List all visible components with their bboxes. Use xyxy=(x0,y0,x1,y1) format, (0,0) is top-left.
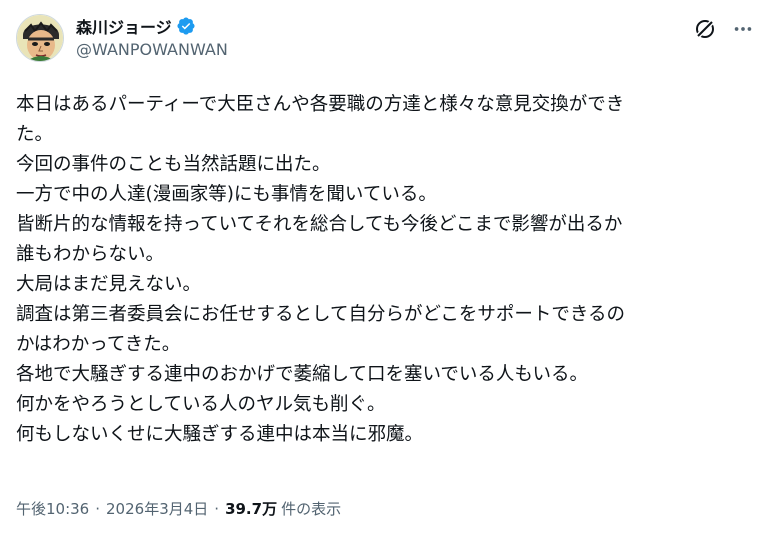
tweet-text-line: 皆断片的な情報を持っていてそれを総合しても今後どこまで影響が出るか xyxy=(16,214,623,235)
tweet-text-line: 誰もわからない。 xyxy=(16,244,165,265)
grok-icon[interactable] xyxy=(692,16,718,42)
tweet-text-line: 調査は第三者委員会にお任せするとして自分らがどこをサポートできるの xyxy=(16,304,626,325)
tweet-card: 森川ジョージ @WANPOWANWAN 本日はあるパーティーで大臣さんや各要職の… xyxy=(0,0,763,536)
tweet-meta: 午後10:36 · 2026年3月4日 · 39.7万 件の表示 xyxy=(16,498,341,519)
tweet-text-line: かはわかってきた。 xyxy=(16,334,181,355)
avatar[interactable] xyxy=(16,14,64,62)
post-date[interactable]: 2026年3月4日 xyxy=(106,498,208,519)
author-handle[interactable]: @WANPOWANWAN xyxy=(76,40,228,59)
more-options-icon[interactable] xyxy=(730,16,756,42)
tweet-text-line: 各地で大騒ぎする連中のおかげで萎縮して口を塞いでいる人もいる。 xyxy=(16,364,589,385)
views-label: 件の表示 xyxy=(281,500,342,518)
tweet-text-line: た。 xyxy=(16,124,54,145)
author-info: 森川ジョージ @WANPOWANWAN xyxy=(76,15,228,59)
post-time[interactable]: 午後10:36 xyxy=(16,498,89,519)
views-count: 39.7万 xyxy=(225,500,278,518)
tweet-text-line: 本日はあるパーティーで大臣さんや各要職の方達と様々な意見交換ができ xyxy=(16,94,625,115)
tweet-text-line: 何かをやろうとしている人のヤル気も削ぐ。 xyxy=(16,394,386,415)
meta-separator: · xyxy=(214,499,220,518)
avatar-portrait-icon xyxy=(17,15,63,61)
tweet-text-line: 何もしないくせに大騒ぎする連中は本当に邪魔。 xyxy=(16,424,424,445)
author-display-name[interactable]: 森川ジョージ xyxy=(76,14,172,38)
name-row: 森川ジョージ xyxy=(76,15,228,37)
tweet-text: 本日はあるパーティーで大臣さんや各要職の方達と様々な意見交換ができ た。 今回の… xyxy=(16,90,756,450)
tweet-text-line: 今回の事件のことも当然話題に出た。 xyxy=(16,154,331,175)
tweet-text-line: 一方で中の人達(漫画家等)にも事情を聞いている。 xyxy=(16,184,437,205)
tweet-text-line: 大局はまだ見えない。 xyxy=(16,274,202,295)
meta-separator: · xyxy=(95,499,101,518)
verified-badge-icon[interactable] xyxy=(176,16,196,36)
